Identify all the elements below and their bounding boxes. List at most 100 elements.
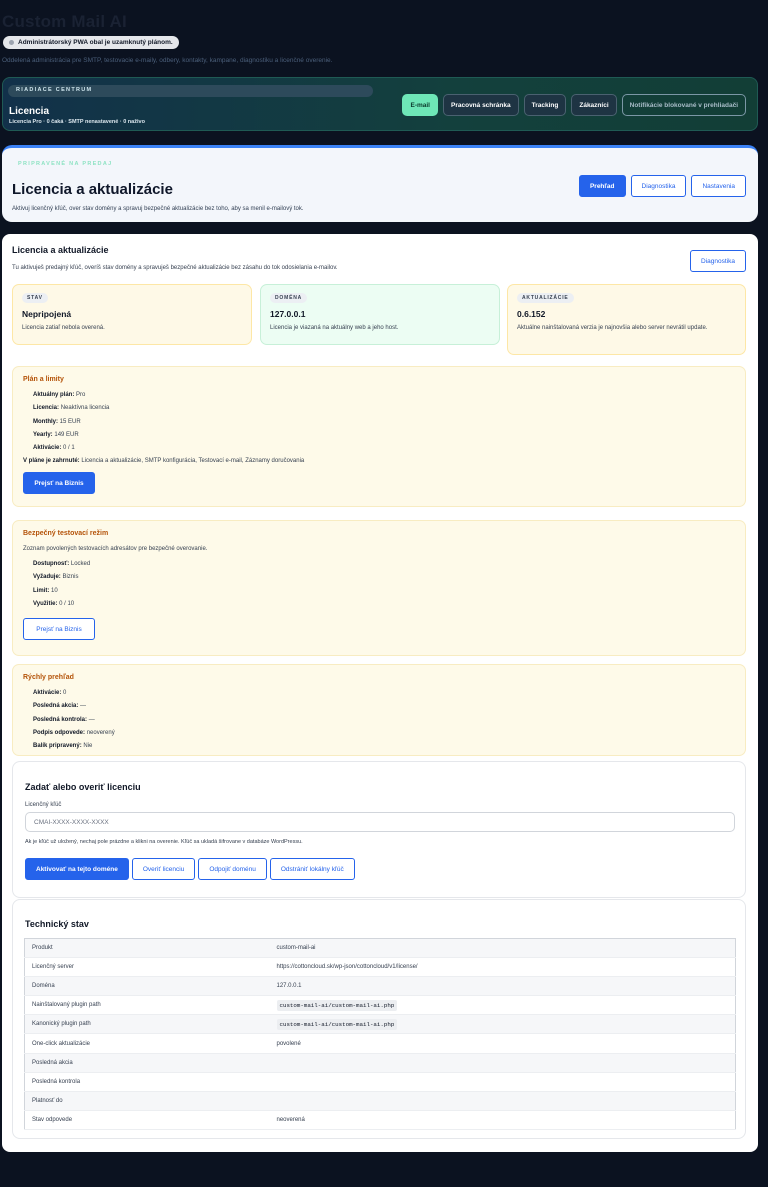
list-item: Vyžaduje: Biznis bbox=[33, 574, 79, 581]
diagnostics-button[interactable]: Diagnostika bbox=[630, 175, 687, 197]
hero-badge: PRIPRAVENÉ NA PREDAJ bbox=[18, 161, 113, 167]
form-title: Zadať alebo overiť licenciu bbox=[25, 782, 141, 792]
code-value: custom-mail-ai/custom-mail-ai.php bbox=[276, 999, 398, 1011]
control-center-badge: RIADIACE CENTRUM bbox=[16, 87, 93, 93]
list-item: Posledná kontrola: — bbox=[33, 716, 95, 723]
table-cell-value: neoverená bbox=[269, 1110, 736, 1130]
license-key-help: Ak je kľúč už uložený, nechaj pole prázd… bbox=[25, 839, 303, 845]
pwa-lock-notice: Administrátorský PWA obal je uzamknutý p… bbox=[3, 36, 179, 49]
updates-note: Aktuálne nainštalovaná verzia je najnovš… bbox=[517, 325, 708, 331]
table-cell-key: Doména bbox=[24, 976, 270, 997]
hero-description: Aktivuj licenčný kľúč, over stav domény … bbox=[12, 206, 304, 212]
table-cell-value: povolené bbox=[269, 1033, 736, 1054]
safe-mode-list: Dostupnosť: Locked Vyžaduje: Biznis Limi… bbox=[23, 558, 735, 611]
table-cell-value: custom-mail-ai bbox=[269, 938, 736, 959]
section-diagnostics-button[interactable]: Diagnostika bbox=[690, 250, 746, 272]
license-panel: Licencia a aktualizácie Tu aktivuješ pre… bbox=[2, 234, 758, 1152]
safe-mode-title: Bezpečný testovací režim bbox=[23, 530, 109, 537]
list-item: Dostupnosť: Locked bbox=[33, 561, 91, 567]
pwa-notice-text: Administrátorský PWA obal je uzamknutý p… bbox=[18, 39, 173, 46]
nav-inbox-button[interactable]: Pracovná schránka bbox=[443, 94, 519, 116]
table-cell-key: Nainštalovaný plugin path bbox=[24, 995, 270, 1016]
table-cell-value: custom-mail-ai/custom-mail-ai.php bbox=[269, 1014, 736, 1035]
table-cell-key: Kanonický plugin path bbox=[24, 1014, 270, 1035]
tech-table: Produkt custom-mail-ai Licenčný server http… bbox=[24, 938, 736, 1130]
domain-card: DOMÉNA 127.0.0.1 Licencia je viazaná na … bbox=[260, 284, 500, 345]
table-cell-key: Posledná kontrola bbox=[24, 1072, 270, 1092]
plan-includes: V pláne je zahrnuté: Licencia a aktualiz… bbox=[23, 458, 305, 465]
control-center-badge-bar: RIADIACE CENTRUM bbox=[8, 85, 373, 97]
plan-title: Plán a limity bbox=[23, 376, 64, 383]
list-item: Aktivácie: 0 bbox=[33, 690, 67, 696]
table-cell-key: Licenčný server bbox=[24, 957, 270, 978]
safe-mode-upgrade-button[interactable]: Prejsť na Biznis bbox=[23, 618, 95, 641]
license-key-input[interactable]: CMAI-XXXX-XXXX-XXXX bbox=[25, 812, 735, 832]
notifications-blocked-button[interactable]: Notifikácie blokované v prehliadači bbox=[621, 94, 746, 116]
section-description: Tu aktivuješ predajný kľúč, overíš stav … bbox=[12, 265, 338, 271]
settings-button[interactable]: Nastavenia bbox=[691, 175, 746, 197]
table-cell-key: Produkt bbox=[24, 938, 270, 959]
list-item: Yearly: 149 EUR bbox=[33, 431, 79, 438]
safe-mode-intro: Zoznam povolených testovacích adresátov … bbox=[23, 546, 208, 552]
status-card: STAV Nepripojená Licencia zatiaľ nebola … bbox=[12, 284, 252, 345]
table-cell-value bbox=[269, 1072, 736, 1092]
table-cell-key: One-click aktualizácie bbox=[24, 1033, 270, 1054]
list-item: Limit: 10 bbox=[33, 587, 58, 594]
status-badge: STAV bbox=[22, 293, 48, 303]
disconnect-domain-button[interactable]: Odpojiť doménu bbox=[198, 858, 267, 880]
nav-email-button[interactable]: E-mail bbox=[402, 94, 438, 116]
table-cell-value: 127.0.0.1 bbox=[269, 976, 736, 997]
control-center-meta: Licencia Pro · 0 čaká · SMTP nenastavené… bbox=[9, 119, 145, 125]
list-item: Aktivácie: 0 / 1 bbox=[33, 445, 75, 452]
quick-title: Rýchly prehľad bbox=[23, 674, 74, 681]
activate-domain-button[interactable]: Aktivovať na tejto doméne bbox=[25, 858, 129, 880]
safe-test-mode-panel: Bezpečný testovací režim Zoznam povolený… bbox=[12, 520, 746, 656]
nav-customers-button[interactable]: Zákazníci bbox=[571, 94, 617, 116]
license-actions: Aktivovať na tejto doméne Overiť licenci… bbox=[25, 858, 355, 880]
list-item: Podpis odpovede: neoverený bbox=[33, 729, 115, 736]
nav-tracking-button[interactable]: Tracking bbox=[523, 94, 567, 116]
app-title: Custom Mail AI bbox=[2, 12, 127, 31]
hero-actions: Prehľad Diagnostika Nastavenia bbox=[578, 175, 746, 197]
plan-list: Aktuálny plán: Pro Licencia: Neaktívna l… bbox=[23, 389, 735, 455]
table-cell-value: custom-mail-ai/custom-mail-ai.php bbox=[269, 995, 736, 1016]
table-row: Nainštalovaný plugin path custom-mail-ai/… bbox=[24, 995, 736, 1016]
table-cell-key: Platnosť do bbox=[24, 1091, 270, 1111]
table-row: Platnosť do bbox=[24, 1091, 736, 1111]
remove-local-key-button[interactable]: Odstrániť lokálny kľúč bbox=[269, 858, 355, 880]
table-row: One-click aktualizácie povolené bbox=[24, 1033, 736, 1054]
table-row: Stav odpovede neoverená bbox=[24, 1110, 736, 1130]
quick-list: Aktivácie: 0 Posledná akcia: — Posledná … bbox=[23, 687, 735, 753]
table-row: Posledná akcia bbox=[24, 1053, 736, 1073]
table-row: Posledná kontrola bbox=[24, 1072, 736, 1092]
table-cell-value bbox=[269, 1053, 736, 1073]
list-item: Balík pripravený: Nie bbox=[33, 743, 93, 750]
license-form: Zadať alebo overiť licenciu Licenčný kľú… bbox=[12, 761, 746, 898]
list-item: Využitie: 0 / 10 bbox=[33, 600, 75, 607]
quick-overview-panel: Rýchly prehľad Aktivácie: 0 Posledná akc… bbox=[12, 664, 746, 756]
table-row: Produkt custom-mail-ai bbox=[24, 938, 736, 959]
upgrade-business-button[interactable]: Prejsť na Biznis bbox=[23, 472, 95, 495]
license-key-label: Licenčný kľúč bbox=[25, 802, 62, 808]
license-key-placeholder: CMAI-XXXX-XXXX-XXXX bbox=[34, 818, 109, 826]
verify-license-button[interactable]: Overiť licenciu bbox=[131, 858, 196, 880]
status-note: Licencia zatiaľ nebola overená. bbox=[22, 325, 105, 331]
control-center-nav: E-mail Pracovná schránka Tracking Zákazn… bbox=[402, 94, 746, 116]
hero-card: PRIPRAVENÉ NA PREDAJ Licencia a aktualiz… bbox=[2, 145, 758, 222]
domain-note: Licencia je viazaná na aktuálny web a je… bbox=[270, 325, 399, 331]
table-row: Doména 127.0.0.1 bbox=[24, 976, 736, 997]
section-title: Licencia a aktualizácie bbox=[12, 245, 109, 255]
app-subtitle: Oddelená administrácia pre SMTP, testova… bbox=[2, 57, 333, 64]
table-cell-value bbox=[269, 1091, 736, 1111]
table-cell-key: Posledná akcia bbox=[24, 1053, 270, 1073]
overview-button[interactable]: Prehľad bbox=[578, 175, 626, 197]
list-item: Licencia: Neaktívna licencia bbox=[33, 405, 110, 412]
table-row: Kanonický plugin path custom-mail-ai/cust… bbox=[24, 1014, 736, 1035]
table-cell-value: https://cottoncloud.sk/wp-json/cottonclo… bbox=[269, 957, 736, 978]
list-item: Posledná akcia: — bbox=[33, 703, 87, 710]
plan-limits-panel: Plán a limity Aktuálny plán: Pro Licenci… bbox=[12, 366, 746, 507]
domain-badge: DOMÉNA bbox=[270, 293, 308, 303]
updates-badge: AKTUALIZÁCIE bbox=[517, 293, 574, 303]
control-center: RIADIACE CENTRUM Licencia Licencia Pro ·… bbox=[2, 77, 758, 131]
tech-title: Technický stav bbox=[25, 919, 89, 929]
